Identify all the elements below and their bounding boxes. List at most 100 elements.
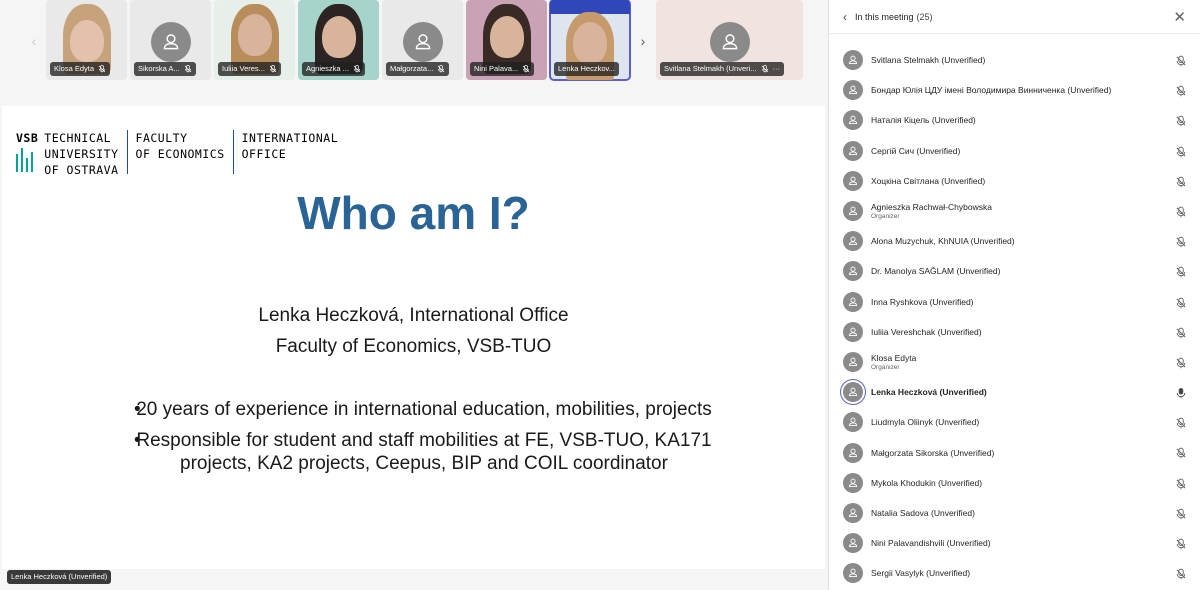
tile-name: Nini Palava... bbox=[474, 64, 519, 73]
mic-off-icon[interactable] bbox=[1175, 537, 1187, 550]
logo-line: INTERNATIONAL bbox=[241, 131, 339, 145]
person-icon bbox=[847, 507, 859, 519]
avatar bbox=[843, 563, 863, 584]
avatar bbox=[843, 351, 863, 372]
participant-name: Nini Palavandishvili (Unverified) bbox=[871, 538, 991, 549]
participant-row[interactable]: Наталія Кіцель (Unverified) bbox=[829, 105, 1200, 135]
mic-off-icon[interactable] bbox=[1175, 567, 1187, 580]
mic-off-icon[interactable] bbox=[1175, 175, 1187, 187]
participant-row[interactable]: Agnieszka Rachwał-Chybowska Organizer bbox=[829, 196, 1200, 226]
participant-info: Lenka Heczková (Unverified) bbox=[871, 387, 987, 397]
more-options-icon[interactable]: ··· bbox=[773, 62, 781, 76]
participant-name: Agnieszka Rachwał-Chybowska bbox=[871, 202, 992, 213]
presenter-line: Lenka Heczková, International Office bbox=[258, 305, 569, 326]
video-tile-iuliia[interactable]: Iuliia Veres... bbox=[214, 0, 295, 80]
mic-off-icon[interactable] bbox=[1175, 356, 1187, 369]
participant-row[interactable]: Inna Ryshkova (Unverified) bbox=[829, 287, 1200, 317]
tile-name: Iuliia Veres... bbox=[222, 64, 265, 73]
participant-face bbox=[321, 16, 356, 58]
mic-off-icon[interactable] bbox=[1175, 114, 1187, 127]
mic-off-icon[interactable] bbox=[1175, 205, 1187, 218]
participant-name: Сергій Сич (Unverified) bbox=[871, 145, 961, 156]
tile-name: Klosa Edyta bbox=[54, 64, 95, 73]
video-tile-lenka[interactable]: Lenka Heczkov... bbox=[549, 0, 631, 81]
person-icon bbox=[847, 537, 859, 549]
participant-info: Наталія Кіцель (Unverified) bbox=[871, 115, 976, 125]
participant-name: Lenka Heczková (Unverified) bbox=[871, 387, 987, 398]
participant-row[interactable]: Svitlana Stelmakh (Unverified) bbox=[829, 45, 1200, 75]
mic-off-icon[interactable] bbox=[1175, 84, 1187, 97]
participant-row[interactable]: Alona Muzychuk, KhNUIA (Unverified) bbox=[829, 226, 1200, 256]
participant-info: Сергій Сич (Unverified) bbox=[871, 146, 960, 156]
participant-name: Alona Muzychuk, KhNUIA (Unverified) bbox=[871, 236, 1015, 247]
mic-off-icon[interactable] bbox=[1175, 265, 1187, 278]
chevron-left-icon[interactable]: ‹ bbox=[843, 10, 847, 24]
video-tile-sikorska[interactable]: Sikorska A... bbox=[130, 0, 211, 80]
participant-info: Małgorzata Sikorska (Unverified) bbox=[871, 448, 994, 458]
mic-off-icon[interactable] bbox=[1175, 446, 1187, 459]
mic-off-icon[interactable] bbox=[1175, 416, 1187, 429]
participant-info: Natalia Sadova (Unverified) bbox=[871, 508, 975, 518]
participant-row[interactable]: Dr. Manolya SAĞLAM (Unverified) bbox=[829, 256, 1200, 286]
panel-title: In this meeting bbox=[855, 11, 914, 22]
person-icon bbox=[847, 477, 859, 489]
avatar bbox=[150, 22, 191, 62]
logo-bars-icon bbox=[16, 148, 38, 172]
tile-name: Sikorska A... bbox=[138, 64, 180, 73]
participant-name: Iuliia Vereshchak (Unverified) bbox=[871, 326, 982, 337]
mic-off-icon bbox=[269, 65, 277, 73]
participant-name: Mykola Khodukin (Unverified) bbox=[871, 477, 983, 488]
mic-off-icon[interactable] bbox=[1175, 235, 1187, 248]
person-icon bbox=[847, 54, 859, 66]
mic-off-icon[interactable] bbox=[1175, 507, 1187, 520]
prev-arrow-icon[interactable]: ‹ bbox=[24, 2, 44, 80]
participant-row[interactable]: Liudmyla Oliinyk (Unverified) bbox=[829, 407, 1200, 437]
close-icon[interactable]: ✕ bbox=[1173, 8, 1186, 26]
logo-vsb-text: VSB bbox=[16, 131, 39, 145]
next-arrow-icon[interactable]: › bbox=[633, 2, 653, 80]
participant-row[interactable]: Сергій Сич (Unverified) bbox=[829, 136, 1200, 166]
bullet-item: 20 years of experience in international … bbox=[134, 398, 714, 421]
mic-on-icon[interactable] bbox=[1175, 386, 1187, 399]
participant-row[interactable]: Natalia Sadova (Unverified) bbox=[829, 498, 1200, 528]
logo-line: OF ECONOMICS bbox=[135, 147, 225, 161]
participant-row[interactable]: Klosa Edyta Organizer bbox=[829, 347, 1200, 377]
tile-caption: Nini Palava... bbox=[470, 62, 535, 76]
participant-count: (25) bbox=[916, 11, 933, 22]
tile-caption: Klosa Edyta bbox=[50, 62, 111, 76]
participant-row[interactable]: Iuliia Vereshchak (Unverified) bbox=[829, 317, 1200, 347]
person-icon bbox=[847, 265, 859, 277]
mic-off-icon[interactable] bbox=[1175, 477, 1187, 489]
participant-row[interactable]: Бондар Юлія ЦДУ імені Володимира Винниче… bbox=[829, 75, 1200, 105]
person-icon bbox=[847, 296, 859, 308]
vsb-logo: VSB TECHNICAL UNIVERSITY OF OSTRAVA FACU… bbox=[16, 130, 338, 178]
video-tile-malgorzata[interactable]: Małgorzata... bbox=[382, 0, 463, 80]
participant-row[interactable]: Nini Palavandishvili (Unverified) bbox=[829, 528, 1200, 558]
participant-list: Svitlana Stelmakh (Unverified) Бондар Юлі… bbox=[829, 45, 1200, 588]
participant-row[interactable]: Lenka Heczková (Unverified) bbox=[829, 377, 1200, 407]
person-icon bbox=[847, 145, 859, 157]
mic-off-icon[interactable] bbox=[1175, 326, 1187, 338]
participant-row[interactable]: Sergii Vasylyk (Unverified) bbox=[829, 558, 1200, 588]
tile-name: Svitlana Stelmakh (Unveri... bbox=[664, 64, 757, 73]
participant-row[interactable]: Хоцкіна Світлана (Unverified) bbox=[829, 166, 1200, 196]
logo-office: INTERNATIONAL OFFICE bbox=[242, 130, 339, 162]
video-tile-klosa[interactable]: Klosa Edyta bbox=[46, 0, 127, 80]
mic-off-icon[interactable] bbox=[1175, 54, 1187, 67]
participant-row[interactable]: Mykola Khodukin (Unverified) bbox=[829, 468, 1200, 498]
participant-info: Liudmyla Oliinyk (Unverified) bbox=[871, 417, 979, 427]
avatar bbox=[843, 533, 863, 554]
mic-off-icon[interactable] bbox=[1175, 296, 1187, 308]
mic-off-icon bbox=[761, 65, 768, 73]
video-tile-svitlana[interactable]: Svitlana Stelmakh (Unveri... ··· bbox=[656, 0, 803, 80]
avatar bbox=[843, 261, 863, 282]
person-icon bbox=[415, 34, 430, 50]
teams-meeting-window: ‹ Klosa Edyta Sikorska A... Iuliia Veres… bbox=[0, 0, 1200, 590]
logo-university-name: TECHNICAL UNIVERSITY OF OSTRAVA bbox=[44, 130, 118, 178]
video-tile-agnieszka[interactable]: Agnieszka ... bbox=[298, 0, 379, 80]
participant-row[interactable]: Małgorzata Sikorska (Unverified) bbox=[829, 437, 1200, 467]
logo-divider bbox=[232, 130, 234, 174]
participant-name: Natalia Sadova (Unverified) bbox=[871, 507, 975, 518]
mic-off-icon[interactable] bbox=[1175, 145, 1187, 157]
video-tile-nini[interactable]: Nini Palava... bbox=[466, 0, 547, 80]
